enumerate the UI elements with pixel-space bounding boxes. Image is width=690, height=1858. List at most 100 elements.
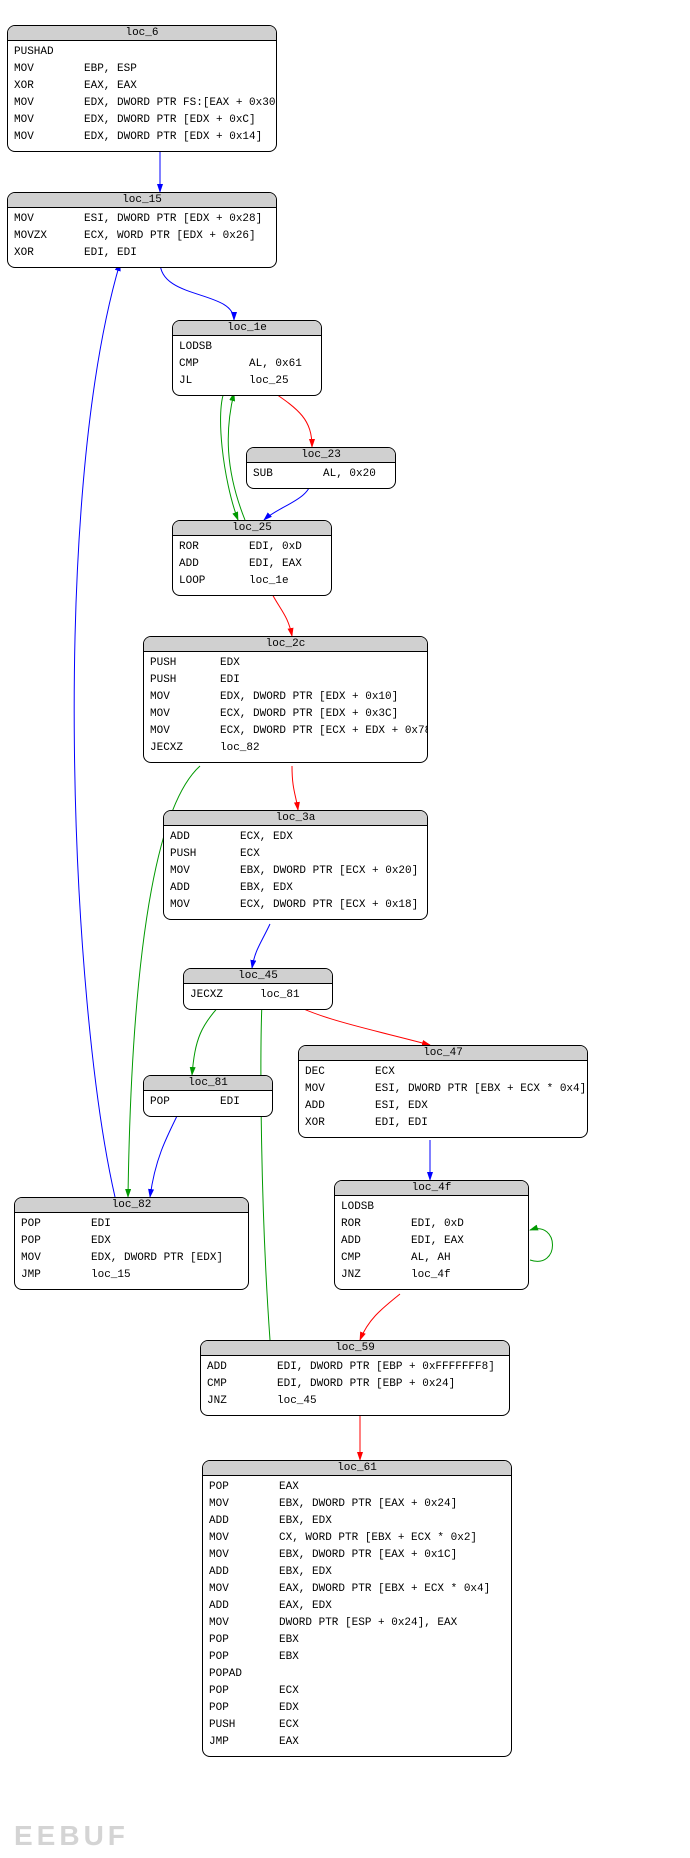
operands: ESI, DWORD PTR [EDX + 0x28] [84, 213, 262, 225]
mnemonic: MOV [150, 723, 220, 740]
operands: EBX, EDX [279, 1566, 332, 1578]
operands: ECX [279, 1719, 299, 1731]
mnemonic: LODSB [179, 339, 249, 356]
instruction-row: POPEDI [21, 1216, 242, 1233]
block-body: PUSHADMOVEBP, ESPXOREAX, EAXMOVEDX, DWOR… [8, 41, 276, 151]
instruction-row: JECXZloc_82 [150, 740, 421, 757]
operands: ECX, DWORD PTR [ECX + 0x18] [240, 899, 418, 911]
block-loc_47[interactable]: loc_47 DECECXMOVESI, DWORD PTR [EBX + EC… [298, 1045, 588, 1138]
instruction-row: POPEDX [21, 1233, 242, 1250]
block-body: PUSHEDXPUSHEDIMOVEDX, DWORD PTR [EDX + 0… [144, 652, 427, 762]
block-title: loc_1e [173, 321, 321, 336]
mnemonic: PUSH [209, 1717, 279, 1734]
instruction-row: ADDEAX, EDX [209, 1598, 505, 1615]
mnemonic: LOOP [179, 573, 249, 590]
mnemonic: MOV [14, 129, 84, 146]
mnemonic: POP [150, 1094, 220, 1111]
instruction-row: MOVEAX, DWORD PTR [EBX + ECX * 0x4] [209, 1581, 505, 1598]
block-loc_2c[interactable]: loc_2c PUSHEDXPUSHEDIMOVEDX, DWORD PTR [… [143, 636, 428, 763]
mnemonic: MOV [14, 61, 84, 78]
mnemonic: JL [179, 373, 249, 390]
mnemonic: DEC [305, 1064, 375, 1081]
instruction-row: POPAD [209, 1666, 505, 1683]
instruction-row: MOVCX, WORD PTR [EBX + ECX * 0x2] [209, 1530, 505, 1547]
operands: EDI, EAX [249, 558, 302, 570]
instruction-row: JNZloc_4f [341, 1267, 522, 1284]
block-loc_6[interactable]: loc_6 PUSHADMOVEBP, ESPXOREAX, EAXMOVEDX… [7, 25, 277, 152]
instruction-row: DECECX [305, 1064, 581, 1081]
mnemonic: PUSH [170, 846, 240, 863]
operands: EAX, EAX [84, 80, 137, 92]
block-loc_45[interactable]: loc_45 JECXZloc_81 [183, 968, 333, 1010]
instruction-row: ROREDI, 0xD [341, 1216, 522, 1233]
operands: EAX, DWORD PTR [EBX + ECX * 0x4] [279, 1583, 490, 1595]
block-body: SUBAL, 0x20 [247, 463, 395, 488]
instruction-row: JMPloc_15 [21, 1267, 242, 1284]
block-body: ROREDI, 0xDADDEDI, EAXLOOPloc_1e [173, 536, 331, 595]
instruction-row: CMPAL, 0x61 [179, 356, 315, 373]
block-loc_15[interactable]: loc_15 MOVESI, DWORD PTR [EDX + 0x28]MOV… [7, 192, 277, 268]
block-title: loc_25 [173, 521, 331, 536]
operands: EDX [279, 1702, 299, 1714]
operands: EDI, 0xD [249, 541, 302, 553]
instruction-row: ADDEBX, EDX [170, 880, 421, 897]
instruction-row: PUSHAD [14, 44, 270, 61]
operands: EDX [91, 1235, 111, 1247]
block-body: ADDEDI, DWORD PTR [EBP + 0xFFFFFFF8]CMPE… [201, 1356, 509, 1415]
mnemonic: MOV [14, 211, 84, 228]
instruction-row: POPEAX [209, 1479, 505, 1496]
block-loc_4f[interactable]: loc_4f LODSBROREDI, 0xDADDEDI, EAXCMPAL,… [334, 1180, 529, 1290]
mnemonic: XOR [305, 1115, 375, 1132]
block-title: loc_3a [164, 811, 427, 826]
block-body: DECECXMOVESI, DWORD PTR [EBX + ECX * 0x4… [299, 1061, 587, 1137]
mnemonic: MOV [209, 1547, 279, 1564]
instruction-row: MOVEDX, DWORD PTR [EDX] [21, 1250, 242, 1267]
block-body: LODSBROREDI, 0xDADDEDI, EAXCMPAL, AHJNZl… [335, 1196, 528, 1289]
instruction-row: LODSB [341, 1199, 522, 1216]
instruction-row: JMPEAX [209, 1734, 505, 1751]
block-loc_23[interactable]: loc_23 SUBAL, 0x20 [246, 447, 396, 489]
instruction-row: MOVEDX, DWORD PTR [EDX + 0x14] [14, 129, 270, 146]
instruction-row: MOVEBP, ESP [14, 61, 270, 78]
operands: loc_82 [220, 742, 260, 754]
block-loc_82[interactable]: loc_82 POPEDIPOPEDXMOVEDX, DWORD PTR [ED… [14, 1197, 249, 1290]
mnemonic: PUSHAD [14, 44, 84, 61]
mnemonic: XOR [14, 245, 84, 262]
mnemonic: MOV [209, 1615, 279, 1632]
operands: AL, AH [411, 1252, 451, 1264]
operands: ECX [375, 1066, 395, 1078]
mnemonic: PUSH [150, 655, 220, 672]
block-loc_1e[interactable]: loc_1e LODSBCMPAL, 0x61JLloc_25 [172, 320, 322, 396]
block-title: loc_59 [201, 1341, 509, 1356]
operands: DWORD PTR [ESP + 0x24], EAX [279, 1617, 457, 1629]
block-body: POPEDI [144, 1091, 272, 1116]
operands: ECX [279, 1685, 299, 1697]
mnemonic: POP [21, 1216, 91, 1233]
operands: EDX [220, 657, 240, 669]
instruction-row: SUBAL, 0x20 [253, 466, 389, 483]
operands: AL, 0x61 [249, 358, 302, 370]
instruction-row: PUSHEDI [150, 672, 421, 689]
instruction-row: MOVECX, DWORD PTR [ECX + EDX + 0x78] [150, 723, 421, 740]
operands: ECX [240, 848, 260, 860]
block-loc_59[interactable]: loc_59 ADDEDI, DWORD PTR [EBP + 0xFFFFFF… [200, 1340, 510, 1416]
mnemonic: POPAD [209, 1666, 279, 1683]
mnemonic: CMP [341, 1250, 411, 1267]
mnemonic: JECXZ [150, 740, 220, 757]
instruction-row: POPEDX [209, 1700, 505, 1717]
mnemonic: MOV [150, 706, 220, 723]
mnemonic: MOV [14, 95, 84, 112]
block-loc_61[interactable]: loc_61 POPEAXMOVEBX, DWORD PTR [EAX + 0x… [202, 1460, 512, 1757]
block-loc_25[interactable]: loc_25 ROREDI, 0xDADDEDI, EAXLOOPloc_1e [172, 520, 332, 596]
mnemonic: POP [209, 1632, 279, 1649]
mnemonic: MOV [170, 863, 240, 880]
mnemonic: JMP [21, 1267, 91, 1284]
block-loc_81[interactable]: loc_81 POPEDI [143, 1075, 273, 1117]
mnemonic: JNZ [341, 1267, 411, 1284]
mnemonic: SUB [253, 466, 323, 483]
operands: loc_81 [260, 989, 300, 1001]
block-loc_3a[interactable]: loc_3a ADDECX, EDXPUSHECXMOVEBX, DWORD P… [163, 810, 428, 920]
operands: EDX, DWORD PTR [EDX + 0xC] [84, 114, 256, 126]
mnemonic: ROR [179, 539, 249, 556]
mnemonic: POP [209, 1700, 279, 1717]
